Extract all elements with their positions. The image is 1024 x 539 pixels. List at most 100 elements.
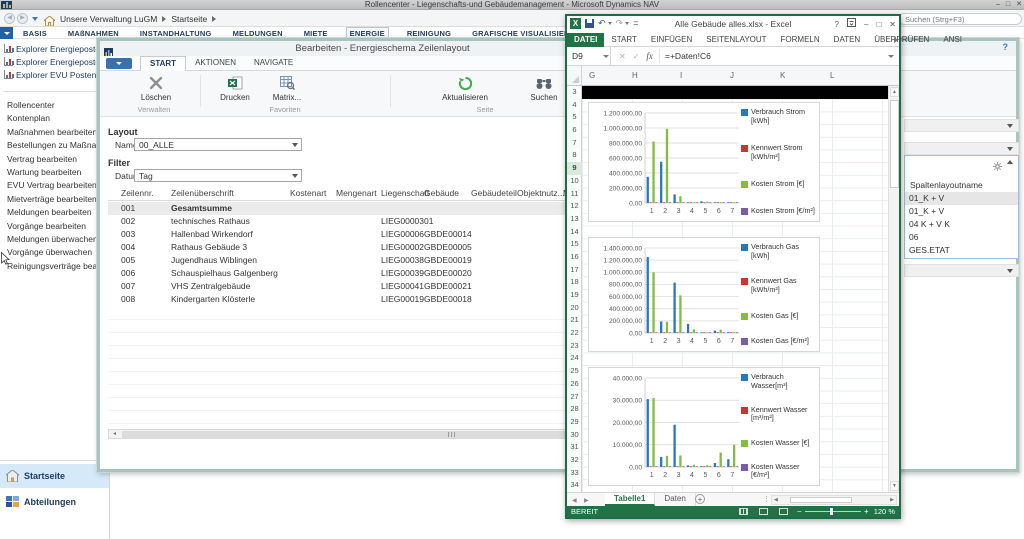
- formula-input[interactable]: =+Daten!C6: [665, 47, 711, 65]
- factbox-header[interactable]: [905, 156, 1018, 169]
- column-header-zeilennr-[interactable]: Zeilennr.: [121, 188, 154, 198]
- new-sheet-icon[interactable]: +: [695, 494, 705, 504]
- excel-tab-datei[interactable]: DATEI: [567, 33, 604, 47]
- sidebar-item-explorer-evu-posten[interactable]: Explorer EVU Posten: [4, 68, 106, 81]
- scroll-left-icon[interactable]: ◂: [110, 431, 119, 438]
- column-header-kostenart[interactable]: Kostenart: [290, 188, 326, 198]
- row-header-26[interactable]: 26: [567, 378, 582, 391]
- gear-icon[interactable]: [993, 158, 1002, 176]
- excel-minimize-button[interactable]: –: [864, 18, 868, 31]
- sheet-horizontal-scrollbar[interactable]: ◀ ▶: [771, 495, 897, 505]
- excel-close-button[interactable]: ✕: [889, 18, 896, 31]
- column-header-i[interactable]: I: [680, 71, 682, 80]
- excel-tab-überprüfen[interactable]: ÜBERPRÜFEN: [867, 33, 936, 47]
- scrollbar-thumb[interactable]: [790, 497, 852, 503]
- select-all-corner[interactable]: [567, 66, 582, 85]
- factbox-item[interactable]: 06: [905, 231, 1018, 244]
- help-icon[interactable]: ?: [1003, 42, 1009, 52]
- worksheet-grid[interactable]: 3456789101112131415161718192021222324252…: [567, 86, 899, 492]
- history-dropdown-icon[interactable]: [32, 17, 38, 21]
- column-header-k[interactable]: K: [780, 71, 785, 80]
- row-header-9[interactable]: 9: [567, 162, 582, 175]
- sheet-next-icon[interactable]: ▶: [584, 497, 589, 504]
- row-header-7[interactable]: 7: [567, 137, 582, 150]
- sheet-prev-icon[interactable]: ◀: [572, 497, 577, 504]
- column-header-j[interactable]: J: [730, 71, 734, 80]
- insert-function-icon[interactable]: fx: [646, 51, 653, 61]
- refresh-button[interactable]: Aktualisieren: [420, 74, 510, 102]
- breadcrumb-item[interactable]: Startseite: [171, 14, 207, 24]
- nav-close-button[interactable]: ✕: [1016, 0, 1022, 10]
- column-header-objektnutz-[interactable]: Objektnutz...: [517, 188, 565, 198]
- dialog-menu-button[interactable]: [106, 58, 132, 69]
- row-header-25[interactable]: 25: [567, 365, 582, 378]
- delete-button[interactable]: Löschen: [130, 74, 182, 102]
- chart-wasser[interactable]: 40.000,0030.000,0020.000,0010.000,000,00…: [588, 367, 820, 486]
- dialog-tab-aktionen[interactable]: AKTIONEN: [186, 56, 245, 71]
- scroll-up-icon[interactable]: ▲: [890, 87, 899, 97]
- row-header-17[interactable]: 17: [567, 264, 582, 277]
- factbox-item[interactable]: GES.ETAT: [905, 244, 1018, 257]
- menu-tab-miete[interactable]: MIETE: [301, 28, 331, 39]
- scroll-down-icon[interactable]: ▼: [890, 481, 899, 491]
- row-header-22[interactable]: 22: [567, 327, 582, 340]
- page-layout-view-icon[interactable]: [759, 508, 768, 515]
- excel-tab-formeln[interactable]: FORMELN: [774, 33, 827, 47]
- vertical-scrollbar[interactable]: ▲ ▼: [888, 86, 899, 492]
- page-break-view-icon[interactable]: [779, 508, 788, 515]
- row-header-14[interactable]: 14: [567, 226, 582, 239]
- column-header-gebäude[interactable]: Gebäude: [424, 188, 459, 198]
- matrix-button[interactable]: Matrix...: [262, 74, 312, 102]
- zoom-slider-track[interactable]: [805, 511, 861, 512]
- row-header-3[interactable]: 3: [567, 86, 582, 99]
- row-header-30[interactable]: 30: [567, 429, 582, 442]
- column-header-h[interactable]: H: [632, 71, 638, 80]
- row-header-28[interactable]: 28: [567, 403, 582, 416]
- row-header-6[interactable]: 6: [567, 124, 582, 137]
- column-header-l[interactable]: L: [830, 71, 834, 80]
- sheet-tab-daten[interactable]: Daten: [655, 493, 695, 506]
- row-header-27[interactable]: 27: [567, 391, 582, 404]
- row-header-31[interactable]: 31: [567, 441, 582, 454]
- back-button[interactable]: ◀: [4, 13, 15, 24]
- menu-tab-reinigung[interactable]: REINIGUNG: [404, 28, 454, 39]
- row-header-16[interactable]: 16: [567, 251, 582, 264]
- sheet-tab-tabelle1[interactable]: Tabelle1: [605, 493, 655, 506]
- zoom-in-button[interactable]: +: [864, 506, 869, 517]
- row-header-12[interactable]: 12: [567, 200, 582, 213]
- factbox-item[interactable]: 04 K + V K: [905, 218, 1018, 231]
- sidebar-item-explorer-energieposten-interva[interactable]: Explorer Energieposten Interva: [4, 55, 106, 68]
- excel-tab-seitenlayout[interactable]: SEITENLAYOUT: [699, 33, 773, 47]
- breadcrumb[interactable]: Unsere Verwaltung LuGMStartseite: [60, 10, 216, 27]
- row-header-23[interactable]: 23: [567, 340, 582, 353]
- scroll-left-icon[interactable]: ◀: [774, 497, 778, 504]
- excel-help-button[interactable]: ?: [835, 18, 839, 31]
- forward-button[interactable]: ▶: [17, 13, 28, 24]
- column-header-g[interactable]: G: [589, 71, 595, 80]
- menu-tab-maßnahmen[interactable]: MAßNAHMEN: [65, 28, 122, 39]
- layout-name-select[interactable]: 00_ALLE: [134, 138, 302, 151]
- sidebar-item-abteilungen[interactable]: Abteilungen: [0, 490, 109, 514]
- normal-view-icon[interactable]: [739, 508, 748, 515]
- search-input[interactable]: [898, 13, 1022, 25]
- chevron-down-icon[interactable]: [603, 55, 609, 58]
- nav-minimize-button[interactable]: –: [996, 0, 1000, 10]
- zoom-level[interactable]: 120 %: [874, 506, 895, 517]
- ribbon-display-options-icon[interactable]: [847, 18, 856, 31]
- excel-tab-daten[interactable]: DATEN: [827, 33, 868, 47]
- row-header-13[interactable]: 13: [567, 213, 582, 226]
- row-header-8[interactable]: 8: [567, 149, 582, 162]
- sidebar-item-explorer-energieposten[interactable]: Explorer Energieposten: [4, 42, 106, 55]
- row-header-15[interactable]: 15: [567, 238, 582, 251]
- factbox-collapsed-section-3[interactable]: [904, 264, 1019, 277]
- dialog-tab-start[interactable]: START: [140, 56, 186, 71]
- column-header-zeilenüberschrift[interactable]: Zeilenüberschrift: [171, 188, 234, 198]
- excel-restore-button[interactable]: □: [876, 18, 881, 31]
- find-button[interactable]: Suchen: [518, 74, 570, 102]
- excel-tab-ansi[interactable]: ANSI: [936, 33, 969, 47]
- chart-gas[interactable]: 1.400.000,001.200.000,001.000.000,00800.…: [588, 237, 820, 352]
- scrollbar-thumb[interactable]: [890, 100, 899, 188]
- dialog-tab-navigate[interactable]: NAVIGATE: [245, 56, 302, 71]
- row-header-24[interactable]: 24: [567, 352, 582, 365]
- scroll-right-icon[interactable]: ▶: [890, 497, 894, 504]
